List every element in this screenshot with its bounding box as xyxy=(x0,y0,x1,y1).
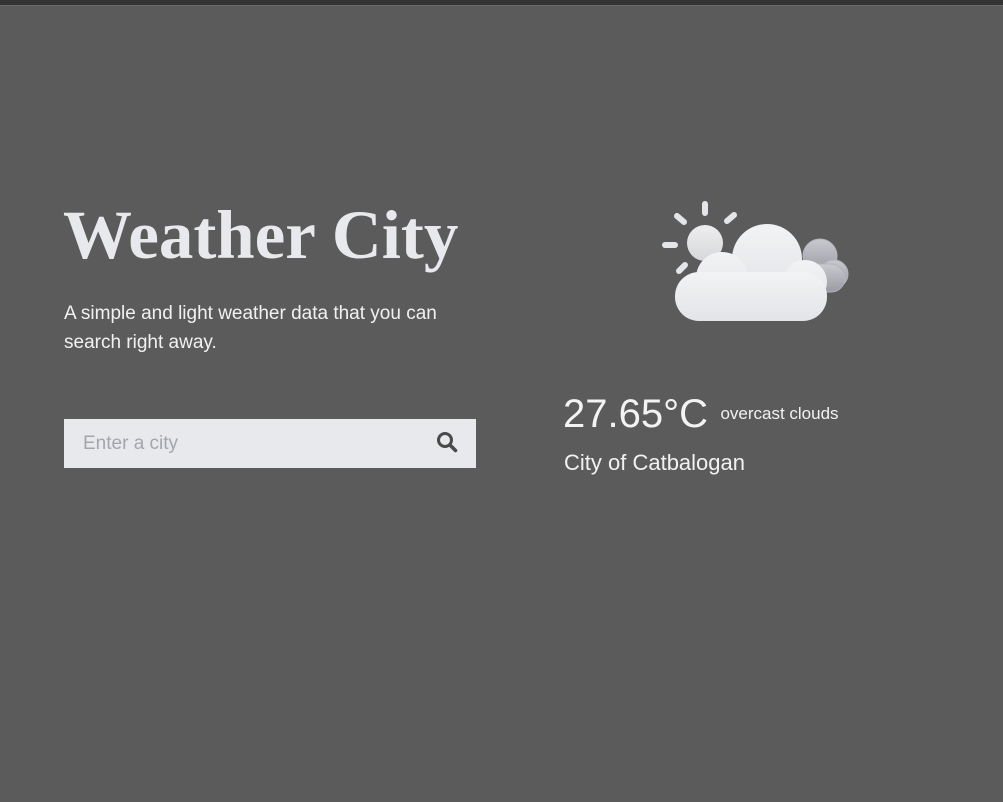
temperature-value: 27.65°C xyxy=(563,392,708,436)
window-top-bar xyxy=(0,0,1003,6)
weather-description: overcast clouds xyxy=(720,404,839,423)
search-button[interactable] xyxy=(418,419,476,468)
city-search-input[interactable] xyxy=(64,419,424,468)
partly-cloudy-icon xyxy=(660,198,850,324)
city-name: City of Catbalogan xyxy=(564,450,745,475)
search-icon xyxy=(436,431,458,456)
search-form xyxy=(64,419,476,468)
tagline: A simple and light weather data that you… xyxy=(64,303,437,353)
temperature-row: 27.65°C overcast clouds xyxy=(563,390,839,438)
page-title: Weather City xyxy=(63,197,459,273)
